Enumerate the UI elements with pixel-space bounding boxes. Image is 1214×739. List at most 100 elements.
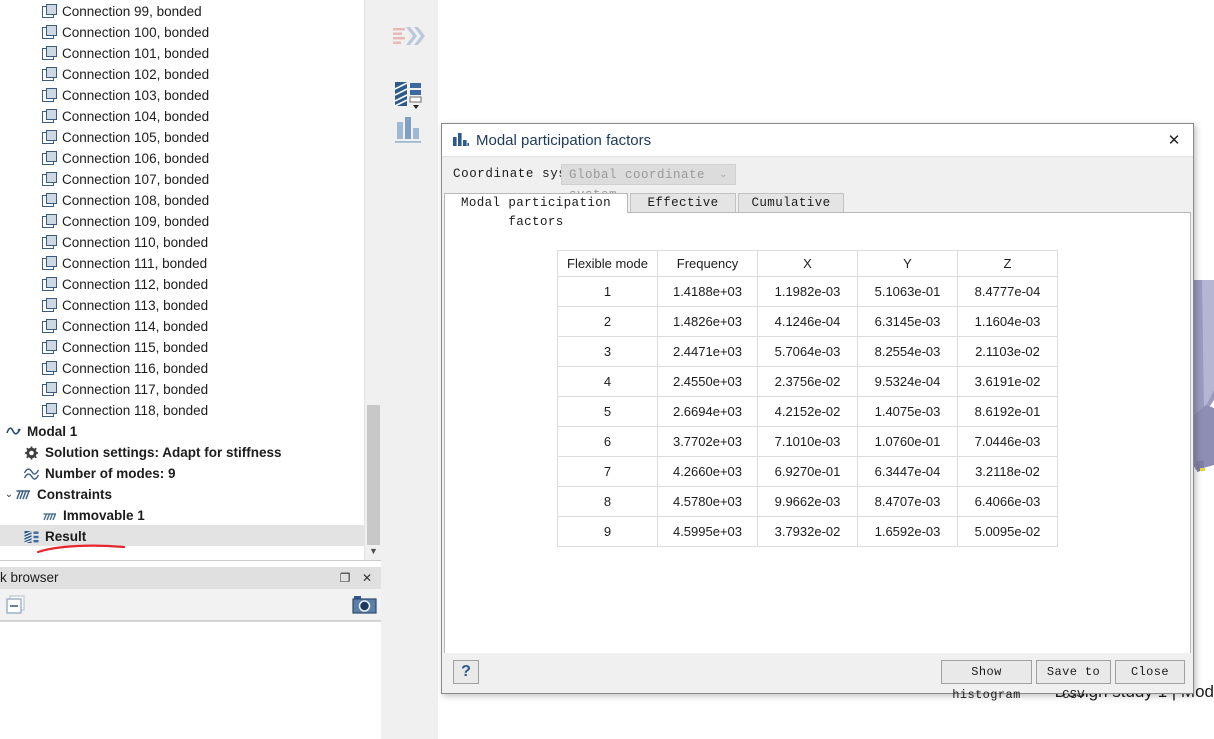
connection-icon [42,67,56,81]
close-icon[interactable]: ✕ [1161,129,1187,153]
tree-item-connection[interactable]: Connection 102, bonded [0,63,381,84]
table-column-header: Frequency [658,251,758,277]
tree-scroll-down-icon[interactable]: ▼ [365,543,381,560]
chevron-down-icon[interactable]: ⌄ [2,484,16,505]
modal-participation-factors-dialog: Modal participation factors ✕ Coordinate… [441,123,1194,694]
dialog-titlebar: Modal participation factors ✕ [442,124,1193,157]
table-row[interactable]: 21.4826e+034.1246e-046.3145e-031.1604e-0… [558,307,1058,337]
browser-panel-titlebar: k browser ❐ ✕ [0,567,381,589]
connection-icon [42,193,56,207]
table-cell: 4.2152e-02 [758,397,858,427]
vertical-tool-strip [381,0,438,739]
camera-icon[interactable] [352,594,377,616]
table-row[interactable]: 94.5995e+033.7932e-021.6592e-035.0095e-0… [558,517,1058,547]
tree-item-connection[interactable]: Connection 113, bonded [0,294,381,315]
close-button[interactable]: Close [1115,660,1185,684]
table-row[interactable]: 32.4471e+035.7064e-038.2554e-032.1103e-0… [558,337,1058,367]
tree-item-connection[interactable]: Connection 117, bonded [0,378,381,399]
table-cell: 8 [558,487,658,517]
tree-item-connection[interactable]: Connection 109, bonded [0,210,381,231]
table-cell: 6.9270e-01 [758,457,858,487]
tree-scrollbar[interactable]: ▼ [364,0,381,560]
table-cell: 2 [558,307,658,337]
connection-icon [42,277,56,291]
show-histogram-button[interactable]: Show histogram [941,660,1032,684]
tree-item-connection[interactable]: Connection 114, bonded [0,315,381,336]
tree-item-connection[interactable]: Connection 107, bonded [0,168,381,189]
tree-item-label: Connection 111, bonded [62,256,207,271]
close-icon[interactable]: ✕ [357,567,377,589]
table-cell: 2.4471e+03 [658,337,758,367]
histogram-icon[interactable] [389,110,429,150]
tree-item-label: Connection 105, bonded [62,130,209,145]
tree-item-connection[interactable]: Connection 112, bonded [0,273,381,294]
table-cell: 2.3756e-02 [758,367,858,397]
tree-item-connection[interactable]: Connection 111, bonded [0,252,381,273]
browser-content-area [0,621,381,739]
tree-item-label: Connection 114, bonded [62,319,208,334]
table-cell: 3.6191e-02 [958,367,1058,397]
tree-item-number-of-modes[interactable]: Number of modes: 9 [0,462,381,483]
tree-item-label: Connection 118, bonded [62,403,208,418]
results-list-icon[interactable] [389,75,429,115]
tree-item-connection[interactable]: Connection 115, bonded [0,336,381,357]
tab-content-panel: Flexible modeFrequencyXYZ 11.4188e+031.1… [444,212,1191,665]
tree-item-connection[interactable]: Connection 110, bonded [0,231,381,252]
tree-item-connection[interactable]: Connection 101, bonded [0,42,381,63]
tree-scrollbar-thumb[interactable] [367,405,380,545]
save-to-csv-button[interactable]: Save to CSV [1036,660,1111,684]
table-row[interactable]: 84.5780e+039.9662e-038.4707e-036.4066e-0… [558,487,1058,517]
red-underline-annotation [36,543,126,555]
restore-icon[interactable]: ❐ [335,567,355,589]
tree-item-label: Connection 115, bonded [62,340,208,355]
tree-item-connection[interactable]: Connection 99, bonded [0,0,381,21]
connection-icon [42,403,56,417]
tree-item-constraints[interactable]: ⌄Constraints [0,483,381,504]
table-row[interactable]: 42.4550e+032.3756e-029.5324e-043.6191e-0… [558,367,1058,397]
tab-modal-participation-factors[interactable]: Modal participation factors [444,193,628,213]
connection-icon [42,382,56,396]
table-row[interactable]: 74.2660e+036.9270e-016.3447e-043.2118e-0… [558,457,1058,487]
model-tree-panel[interactable]: Connection 99, bondedConnection 100, bon… [0,0,381,560]
tree-item-connection[interactable]: Connection 116, bonded [0,357,381,378]
constraints-icon [16,487,31,501]
table-cell: 7.0446e-03 [958,427,1058,457]
tree-item-label: Connection 106, bonded [62,151,209,166]
collapse-all-icon[interactable] [6,595,28,615]
tree-item-modal[interactable]: Modal 1 [0,420,381,441]
tab-cumulative-mass[interactable]: Cumulative mass [738,193,844,213]
connection-icon [42,151,56,165]
tree-item-immovable[interactable]: Immovable 1 [0,504,381,525]
table-cell: 5 [558,397,658,427]
tree-item-connection[interactable]: Connection 103, bonded [0,84,381,105]
table-cell: 4.2660e+03 [658,457,758,487]
table-cell: 1.4075e-03 [858,397,958,427]
help-button[interactable]: ? [453,660,479,684]
table-column-header: Flexible mode [558,251,658,277]
tree-item-connection[interactable]: Connection 105, bonded [0,126,381,147]
table-cell: 6.3145e-03 [858,307,958,337]
coordinate-system-select[interactable]: Global coordinate system ⌄ [561,164,736,185]
table-row[interactable]: 63.7702e+037.1010e-031.0760e-017.0446e-0… [558,427,1058,457]
tree-item-connection[interactable]: Connection 100, bonded [0,21,381,42]
mesh-arrows-icon[interactable] [389,17,429,57]
tree-item-label: Immovable 1 [63,508,145,523]
dialog-tab-bar: Modal participation factorsEffective mas… [442,193,1193,213]
tree-item-solution-settings[interactable]: Solution settings: Adapt for stiffness [0,441,381,462]
browser-panel: k browser ❐ ✕ [0,560,381,739]
connection-icon [42,4,56,18]
tree-item-connection[interactable]: Connection 108, bonded [0,189,381,210]
tree-item-connection[interactable]: Connection 106, bonded [0,147,381,168]
table-row[interactable]: 11.4188e+031.1982e-035.1063e-018.4777e-0… [558,277,1058,307]
table-cell: 1.4826e+03 [658,307,758,337]
table-row[interactable]: 52.6694e+034.2152e-021.4075e-038.6192e-0… [558,397,1058,427]
table-cell: 7.1010e-03 [758,427,858,457]
table-cell: 7 [558,457,658,487]
tree-item-label: Connection 107, bonded [62,172,209,187]
tree-item-label: Result [45,529,86,544]
table-cell: 4.5995e+03 [658,517,758,547]
tree-item-connection[interactable]: Connection 118, bonded [0,399,381,420]
tree-item-connection[interactable]: Connection 104, bonded [0,105,381,126]
tab-effective-mass[interactable]: Effective mass [630,193,736,213]
table-cell: 4.1246e-04 [758,307,858,337]
